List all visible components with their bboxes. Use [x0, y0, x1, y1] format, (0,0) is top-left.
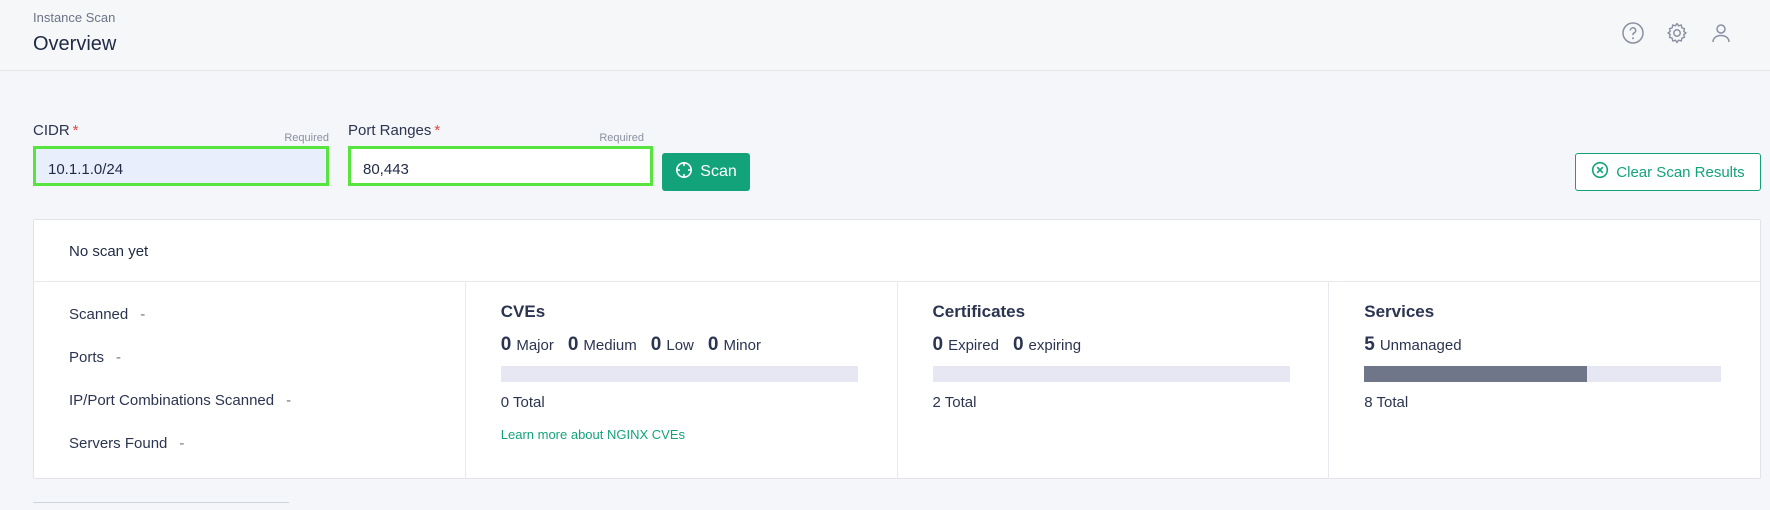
cves-column: CVEs 0 Major 0 Medium 0 Low 0 Minor 0 Total …	[466, 282, 898, 479]
certificates-counts: 0 Expired 0 expiring	[933, 334, 1082, 356]
cert-expired-count: 0 Expired	[932, 334, 999, 355]
scan-summary-card: No scan yet Scanned - Ports - IP/Port Comb…	[33, 219, 1761, 479]
services-unmanaged-count: 5 Unmanaged	[1364, 334, 1462, 355]
gear-icon[interactable]	[1664, 20, 1690, 46]
port-ranges-input[interactable]	[351, 149, 650, 183]
learn-more-cves-link[interactable]: Learn more about NGINX CVEs	[501, 427, 685, 442]
next-section-edge	[33, 502, 289, 505]
port-ranges-input-box[interactable]	[348, 146, 653, 186]
cve-major-count: 0 Major	[500, 334, 554, 355]
scan-stats-column: Scanned - Ports - IP/Port Combinations Sca…	[34, 282, 466, 479]
certificates-column: Certificates 0 Expired 0 expiring 2 Total	[898, 282, 1330, 479]
scan-status: No scan yet	[34, 220, 1760, 282]
cves-title: CVEs	[500, 302, 546, 321]
services-progress-fill	[1364, 366, 1588, 382]
cve-low-count: 0 Low	[650, 334, 694, 355]
services-column: Services 5 Unmanaged 8 Total	[1329, 282, 1760, 479]
cve-minor-count: 0 Minor	[707, 334, 761, 355]
top-bar: Instance Scan Overview	[0, 0, 1770, 71]
certificates-title: Certificates	[932, 302, 1026, 321]
services-progress-bar	[1364, 366, 1722, 382]
port-ranges-field: Port Ranges * Required	[348, 122, 653, 186]
user-icon[interactable]	[1708, 20, 1734, 46]
stat-servers-found: Servers Found -	[69, 435, 185, 452]
stat-scanned: Scanned -	[69, 306, 146, 323]
header-actions	[1620, 20, 1734, 46]
stat-ports: Ports -	[69, 349, 122, 366]
port-ranges-required-hint: Required	[599, 132, 644, 144]
certificates-total: 2 Total	[932, 394, 977, 411]
crosshair-icon	[675, 161, 693, 184]
certificates-progress-bar	[932, 366, 1290, 382]
port-ranges-label: Port Ranges *	[348, 122, 441, 139]
cidr-required-hint: Required	[284, 132, 329, 144]
cidr-input-box[interactable]	[33, 146, 329, 186]
cidr-label: CIDR *	[33, 122, 79, 139]
cidr-field: CIDR * Required	[33, 122, 329, 186]
page-title: Overview	[33, 33, 117, 55]
cves-counts: 0 Major 0 Medium 0 Low 0 Minor	[501, 334, 761, 356]
cert-expiring-count: 0 expiring	[1012, 334, 1082, 355]
scan-button-label: Scan	[700, 163, 737, 180]
services-total: 8 Total	[1364, 394, 1409, 411]
cve-medium-count: 0 Medium	[567, 334, 637, 355]
cidr-input[interactable]	[36, 149, 326, 183]
help-icon[interactable]	[1620, 20, 1646, 46]
services-title: Services	[1364, 302, 1435, 321]
scan-button[interactable]: Scan	[662, 153, 750, 191]
cves-progress-bar	[500, 366, 858, 382]
stat-ip-port-combinations: IP/Port Combinations Scanned -	[69, 392, 292, 409]
breadcrumb[interactable]: Instance Scan	[33, 10, 115, 25]
close-circle-icon	[1591, 161, 1609, 183]
clear-scan-results-button[interactable]: Clear Scan Results	[1575, 153, 1761, 191]
scan-form: CIDR* Required Port Ranges* Required Sca…	[33, 122, 1761, 197]
clear-scan-results-label: Clear Scan Results	[1616, 163, 1745, 181]
services-counts: 5 Unmanaged	[1364, 334, 1461, 356]
cves-total: 0 Total	[500, 394, 545, 411]
